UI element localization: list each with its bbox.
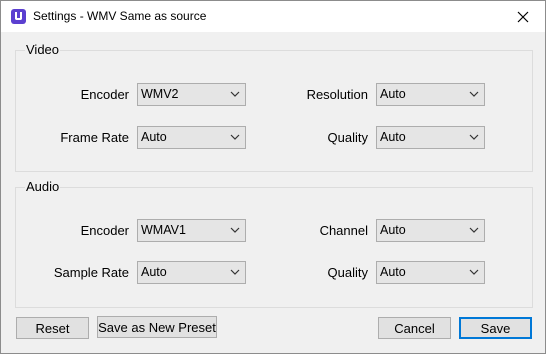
reset-button[interactable]: Reset bbox=[16, 317, 89, 339]
audio-group: Audio bbox=[15, 179, 533, 308]
audio-channel-select[interactable]: Auto bbox=[376, 219, 485, 242]
audio-sample-rate-select[interactable]: Auto bbox=[137, 261, 246, 284]
chevron-down-icon bbox=[230, 91, 240, 97]
audio-quality-value: Auto bbox=[380, 265, 406, 279]
audio-encoder-label: Encoder bbox=[80, 223, 129, 238]
video-frame-rate-value: Auto bbox=[141, 130, 167, 144]
video-encoder-select[interactable]: WMV2 bbox=[137, 83, 246, 106]
audio-channel-label: Channel bbox=[319, 223, 368, 238]
video-frame-rate-select[interactable]: Auto bbox=[137, 126, 246, 149]
video-group: Video bbox=[15, 42, 533, 172]
video-resolution-select[interactable]: Auto bbox=[376, 83, 485, 106]
title-bar: Settings - WMV Same as source bbox=[1, 1, 545, 32]
close-button[interactable] bbox=[501, 1, 545, 32]
video-resolution-label: Resolution bbox=[306, 87, 368, 102]
audio-quality-label: Quality bbox=[327, 265, 368, 280]
chevron-down-icon bbox=[230, 227, 240, 233]
chevron-down-icon bbox=[469, 269, 479, 275]
close-icon bbox=[517, 11, 529, 22]
audio-sample-rate-label: Sample Rate bbox=[53, 265, 129, 280]
audio-group-title: Audio bbox=[25, 179, 61, 195]
audio-sample-rate-value: Auto bbox=[141, 265, 167, 279]
audio-channel-value: Auto bbox=[380, 223, 406, 237]
chevron-down-icon bbox=[230, 134, 240, 140]
audio-quality-select[interactable]: Auto bbox=[376, 261, 485, 284]
audio-encoder-value: WMAV1 bbox=[141, 223, 186, 237]
video-quality-label: Quality bbox=[327, 130, 368, 145]
save-button[interactable]: Save bbox=[459, 317, 532, 339]
video-quality-select[interactable]: Auto bbox=[376, 126, 485, 149]
video-encoder-value: WMV2 bbox=[141, 87, 179, 101]
chevron-down-icon bbox=[469, 227, 479, 233]
chevron-down-icon bbox=[469, 91, 479, 97]
chevron-down-icon bbox=[469, 134, 479, 140]
audio-encoder-select[interactable]: WMAV1 bbox=[137, 219, 246, 242]
video-quality-value: Auto bbox=[380, 130, 406, 144]
video-encoder-label: Encoder bbox=[80, 87, 129, 102]
save-as-new-preset-button[interactable]: Save as New Preset bbox=[97, 316, 217, 338]
app-logo-icon bbox=[11, 9, 26, 24]
settings-dialog: Settings - WMV Same as source Video Enco… bbox=[0, 0, 546, 354]
cancel-button[interactable]: Cancel bbox=[378, 317, 451, 339]
video-frame-rate-label: Frame Rate bbox=[60, 130, 129, 145]
video-group-title: Video bbox=[25, 42, 61, 58]
video-resolution-value: Auto bbox=[380, 87, 406, 101]
chevron-down-icon bbox=[230, 269, 240, 275]
window-title: Settings - WMV Same as source bbox=[33, 9, 207, 23]
